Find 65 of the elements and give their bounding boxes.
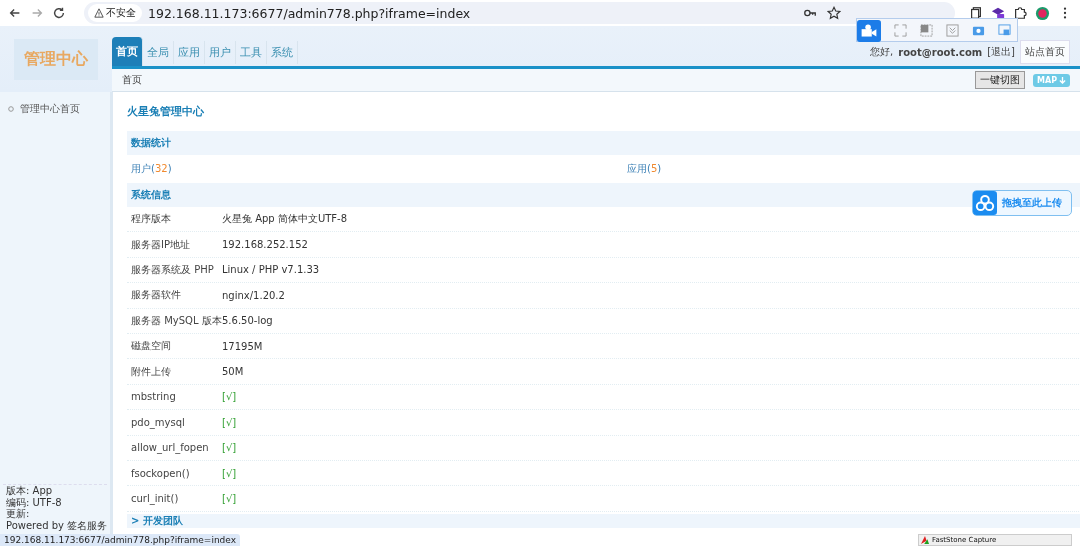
info-label: curl_init() <box>130 493 180 504</box>
puzzle-icon[interactable] <box>1013 6 1027 20</box>
info-label: 程序版本 <box>130 212 172 227</box>
info-label: 附件上传 <box>130 364 172 379</box>
info-value: 17195M <box>222 340 263 352</box>
page-title: 火星兔管理中心 <box>127 104 205 119</box>
info-value: 192.168.252.152 <box>222 239 308 251</box>
copy-icon[interactable] <box>969 6 983 20</box>
footer-text: Powered by 签名服务 <box>6 519 104 531</box>
nav-tab[interactable]: 系统 <box>267 41 298 64</box>
info-label: 服务器IP地址 <box>130 237 191 252</box>
down-arrow-icon <box>1059 76 1066 84</box>
url-text: 192.168.11.173:6677/admin778.php?iframe=index <box>148 5 472 21</box>
site-home-button[interactable]: 站点首页 <box>1020 40 1070 64</box>
info-value: Linux / PHP v7.1.33 <box>222 264 320 276</box>
greeting-text: 您好, <box>870 45 894 59</box>
check-value: [√] <box>222 493 237 504</box>
section-title: 数据统计 <box>131 136 171 150</box>
reload-icon[interactable] <box>52 6 66 20</box>
info-label: fsockopen() <box>130 467 191 479</box>
info-label: allow_url_fopen <box>130 442 210 454</box>
nav-tab[interactable]: 应用 <box>174 41 205 64</box>
check-value: [√] <box>222 467 237 479</box>
info-label: mbstring <box>130 391 177 403</box>
capture-logo-icon <box>921 536 929 544</box>
user-email: root@root.com <box>898 46 983 58</box>
info-value: 火星兔 App 简体中文UTF-8 <box>222 212 348 227</box>
section-title: > 开发团队 <box>131 513 183 528</box>
info-label: 服务器 MySQL 版本 <box>130 313 222 328</box>
stat-link[interactable]: 用户(32) <box>131 162 627 176</box>
breadcrumb-text: 首页 <box>122 73 142 87</box>
sidebar-item[interactable]: 管理中心首页 <box>0 92 110 126</box>
address-bar[interactable]: 不安全 192.168.11.173:6677/admin778.php?iframe=index <box>84 2 955 24</box>
info-label: 服务器系统及 PHP <box>130 262 215 277</box>
star-icon[interactable] <box>827 6 841 20</box>
info-value: 5.6.50-log <box>222 315 273 327</box>
footer-text: 版本: App <box>6 485 54 497</box>
upload-widget[interactable]: 拖拽至此上传 <box>972 190 1072 216</box>
back-icon[interactable] <box>8 6 22 20</box>
info-value: 50M <box>222 366 244 378</box>
nav-tab[interactable]: 工具 <box>236 41 267 64</box>
info-value: nginx/1.20.2 <box>222 289 285 301</box>
nav-tab[interactable]: 用户 <box>205 41 236 64</box>
check-value: [√] <box>222 416 237 428</box>
cloud-icon <box>973 191 997 215</box>
status-url: 192.168.11.173:6677/admin778.php?iframe=index <box>0 534 241 546</box>
nav-tab[interactable]: 首页 <box>112 37 143 66</box>
info-label: pdo_mysql <box>130 416 186 428</box>
nav-tab[interactable]: 全局 <box>143 41 174 64</box>
region-icon[interactable] <box>920 23 933 37</box>
footer-text: 编码: UTF-8 <box>6 496 63 508</box>
profile-avatar-icon[interactable] <box>1035 5 1050 21</box>
circle-bullet-icon <box>8 106 14 112</box>
check-value: [√] <box>222 391 237 403</box>
info-label: 服务器软件 <box>130 288 182 303</box>
stat-link[interactable]: 应用(5) <box>627 162 1080 176</box>
video-camera-icon[interactable] <box>857 19 881 43</box>
cut-image-button[interactable]: 一键切图 <box>975 71 1025 89</box>
logo-text: 管理中心 <box>14 38 98 80</box>
security-badge[interactable]: 不安全 <box>88 4 142 22</box>
info-label: 磁盘空间 <box>130 339 172 354</box>
logout-link[interactable]: [退出] <box>987 45 1015 59</box>
section-title: 系统信息 <box>131 188 171 202</box>
check-value: [√] <box>222 442 237 454</box>
footer-text: 更新: <box>6 508 31 520</box>
